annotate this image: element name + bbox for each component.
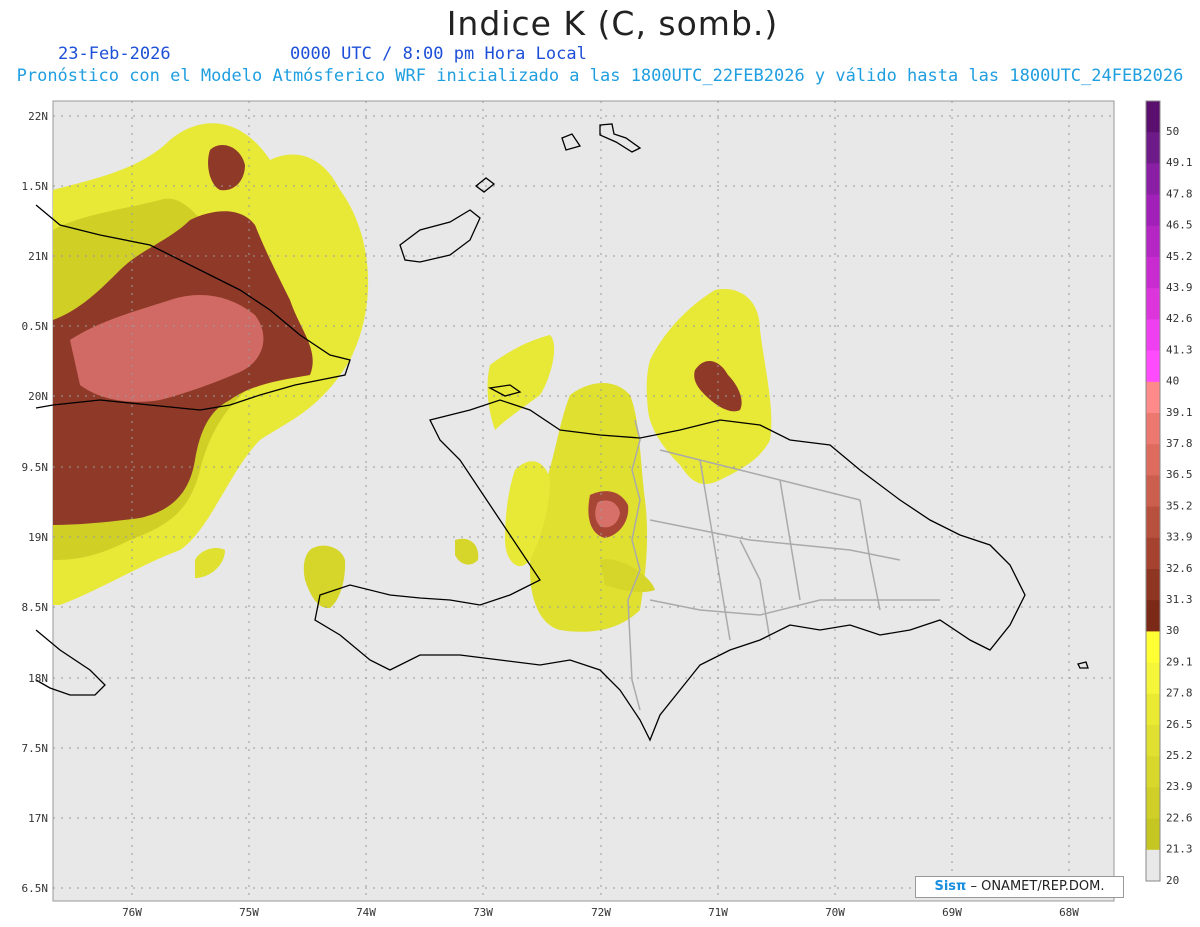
legend-swatch [1146, 506, 1160, 539]
legend-label: 20 [1166, 874, 1179, 887]
lon-label: 75W [239, 906, 259, 919]
legend-label: 26.5 [1166, 718, 1193, 731]
legend-swatch [1146, 163, 1160, 196]
lat-label: 18N [28, 672, 48, 685]
brand-logo-text: Sisπ [934, 879, 967, 894]
legend-swatch [1146, 288, 1160, 320]
legend-label: 21.3 [1166, 843, 1193, 856]
legend-label: 22.6 [1166, 811, 1193, 824]
lat-label: 1.5N [22, 180, 49, 193]
lon-label: 73W [473, 906, 493, 919]
lon-label: 72W [591, 906, 611, 919]
legend-swatch [1146, 101, 1160, 133]
lat-label: 22N [28, 110, 48, 123]
lat-label: 17N [28, 812, 48, 825]
legend-label: 40 [1166, 375, 1179, 388]
lon-label: 69W [942, 906, 962, 919]
legend-label: 36.5 [1166, 468, 1193, 481]
lon-label: 68W [1059, 906, 1079, 919]
lat-label: 6.5N [22, 882, 49, 895]
legend-swatch [1146, 350, 1160, 383]
lat-label: 9.5N [22, 461, 49, 474]
lat-labels: 22N 1.5N 21N 0.5N 20N 9.5N 19N 8.5N 18N … [22, 110, 49, 895]
legend-swatch [1146, 444, 1160, 476]
legend-label: 43.9 [1166, 281, 1193, 294]
legend-swatch [1146, 818, 1160, 851]
legend-label: 37.8 [1166, 437, 1193, 450]
legend-label: 23.9 [1166, 780, 1193, 793]
legend-swatch [1146, 849, 1160, 882]
legend-swatch [1146, 693, 1160, 726]
lat-label: 7.5N [22, 742, 49, 755]
legend-swatch [1146, 413, 1160, 445]
lat-label: 0.5N [22, 320, 49, 333]
legend-label: 39.1 [1166, 406, 1193, 419]
credit-text: – ONAMET/REP.DOM. [970, 879, 1105, 894]
legend-label: 29.1 [1166, 655, 1193, 668]
legend-swatch [1146, 569, 1160, 601]
legend-label: 33.9 [1166, 531, 1193, 544]
legend-label: 27.8 [1166, 687, 1193, 700]
legend-swatch [1146, 225, 1160, 258]
legend-swatch [1146, 787, 1160, 820]
legend-swatch [1146, 631, 1160, 664]
lon-label: 70W [825, 906, 845, 919]
legend-swatch [1146, 257, 1160, 289]
legend-label: 32.6 [1166, 562, 1193, 575]
legend-swatch [1146, 725, 1160, 757]
color-legend: 50 49.1 47.8 46.5 45.2 43.9 42.6 41.3 40 39.1 37.8… [1145, 100, 1193, 887]
legend-label: 49.1 [1166, 156, 1193, 169]
legend-swatch [1146, 319, 1160, 352]
lat-label: 8.5N [22, 601, 49, 614]
map-figure: 22N 1.5N 21N 0.5N 20N 9.5N 19N 8.5N 18N … [22, 100, 1193, 919]
legend-label: 31.3 [1166, 593, 1193, 606]
lon-label: 74W [356, 906, 376, 919]
legend-label: 45.2 [1166, 250, 1193, 263]
lat-label: 21N [28, 250, 48, 263]
legend-label: 47.8 [1166, 187, 1193, 200]
legend-label: 25.2 [1166, 749, 1193, 762]
legend-swatch [1146, 475, 1160, 508]
legend-swatch [1146, 381, 1160, 414]
legend-label: 50 [1166, 125, 1179, 138]
legend-label: 42.6 [1166, 312, 1193, 325]
lat-label: 19N [28, 531, 48, 544]
legend-swatch [1146, 756, 1160, 788]
lat-label: 20N [28, 390, 48, 403]
lon-labels: 76W 75W 74W 73W 72W 71W 70W 69W 68W [122, 906, 1079, 919]
legend-swatch [1146, 132, 1160, 164]
legend-swatch [1146, 600, 1160, 632]
legend-swatch [1146, 194, 1160, 227]
lon-label: 76W [122, 906, 142, 919]
legend-label: 41.3 [1166, 343, 1193, 356]
legend-label: 30 [1166, 624, 1179, 637]
credit-box: Sisπ – ONAMET/REP.DOM. [915, 876, 1124, 898]
legend-label: 35.2 [1166, 499, 1193, 512]
legend-label: 46.5 [1166, 219, 1193, 232]
legend-swatch [1146, 537, 1160, 570]
legend-swatch [1146, 662, 1160, 695]
lon-label: 71W [708, 906, 728, 919]
